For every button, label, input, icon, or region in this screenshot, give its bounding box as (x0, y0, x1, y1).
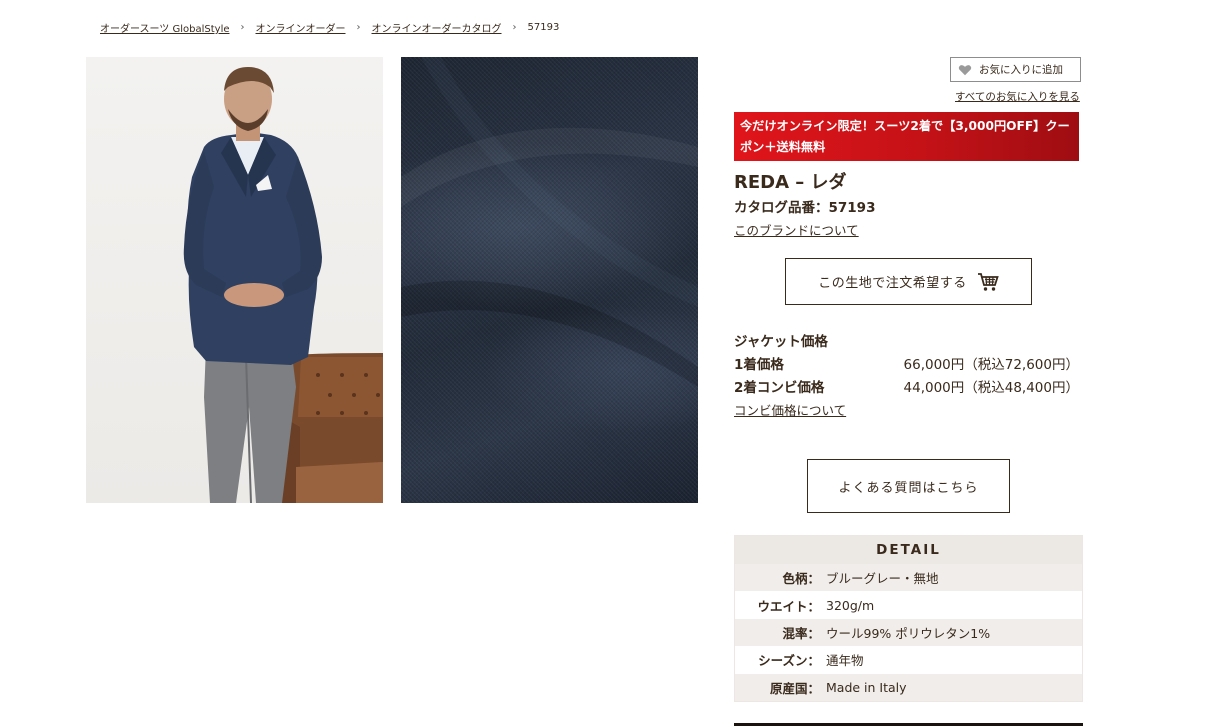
section-divider (734, 723, 1083, 726)
fabric-swatch-photo[interactable] (401, 57, 698, 503)
detail-label: 混率： (782, 625, 820, 641)
price-value: 66,000円（税込72,600円） (903, 357, 1079, 373)
product-title: REDA – レダ (734, 172, 847, 193)
order-fabric-button-label: この生地で注文希望する (818, 276, 967, 291)
cart-icon (977, 272, 999, 292)
price-value: 44,000円（税込48,400円） (903, 380, 1079, 396)
price-label: 1着価格 (734, 357, 784, 373)
detail-row: 原産国： Made in Italy (735, 673, 1082, 701)
view-all-favorites-link[interactable]: すべてのお気に入りを見る (955, 89, 1080, 104)
detail-label: 色柄： (782, 571, 820, 587)
breadcrumb-item-home[interactable]: オーダースーツ GlobalStyle (100, 20, 230, 35)
breadcrumb: オーダースーツ GlobalStyle › オンラインオーダー › オンラインオ… (100, 20, 559, 35)
breadcrumb-separator: › (240, 22, 245, 33)
detail-label: ウエイト： (757, 598, 820, 614)
breadcrumb-item-online-order[interactable]: オンラインオーダー (256, 20, 346, 35)
price-row: 2着コンビ価格 44,000円（税込48,400円） (734, 376, 1079, 396)
price-heading: ジャケット価格 (734, 334, 828, 350)
price-label: 2着コンビ価格 (734, 380, 825, 396)
detail-rows: 色柄： ブルーグレー・無地 ウエイト： 320g/m 混率： ウール99% ポリ… (735, 564, 1082, 701)
detail-value: ウール99% ポリウレタン1% (826, 625, 991, 641)
breadcrumb-item-catalog[interactable]: オンラインオーダーカタログ (372, 20, 502, 35)
detail-value: 通年物 (826, 653, 864, 669)
order-fabric-button[interactable]: この生地で注文希望する (785, 258, 1032, 305)
detail-label: シーズン： (758, 653, 820, 669)
detail-row: ウエイト： 320g/m (735, 591, 1082, 619)
detail-row: シーズン： 通年物 (735, 646, 1082, 674)
promo-banner[interactable]: 今だけオンライン限定！スーツ2着で【3,000円OFF】クーポン＋送料無料 (734, 112, 1079, 161)
faq-button[interactable]: よくある質問はこちら (807, 459, 1010, 513)
detail-label: 原産国： (769, 680, 820, 696)
detail-value: 320g/m (826, 597, 875, 613)
model-photo[interactable] (86, 57, 383, 503)
catalog-number: カタログ品番：57193 (734, 200, 876, 216)
add-to-favorites-label: お気に入りに追加 (979, 64, 1063, 76)
heart-icon (958, 63, 972, 77)
detail-row: 色柄： ブルーグレー・無地 (735, 564, 1082, 592)
add-to-favorites-button[interactable]: お気に入りに追加 (950, 57, 1081, 82)
detail-table: DETAIL 色柄： ブルーグレー・無地 ウエイト： 320g/m 混率： ウー… (734, 535, 1083, 702)
detail-heading: DETAIL (735, 536, 1082, 564)
combi-price-info-link[interactable]: コンビ価格について (734, 400, 846, 419)
detail-value: ブルーグレー・無地 (826, 571, 939, 587)
breadcrumb-item-current: 57193 (527, 22, 560, 33)
price-row: 1着価格 66,000円（税込72,600円） (734, 353, 1079, 373)
breadcrumb-separator: › (356, 22, 361, 33)
detail-row: 混率： ウール99% ポリウレタン1% (735, 618, 1082, 647)
breadcrumb-separator: › (512, 22, 517, 33)
detail-value: Made in Italy (826, 679, 907, 695)
about-brand-link[interactable]: このブランドについて (734, 220, 859, 239)
